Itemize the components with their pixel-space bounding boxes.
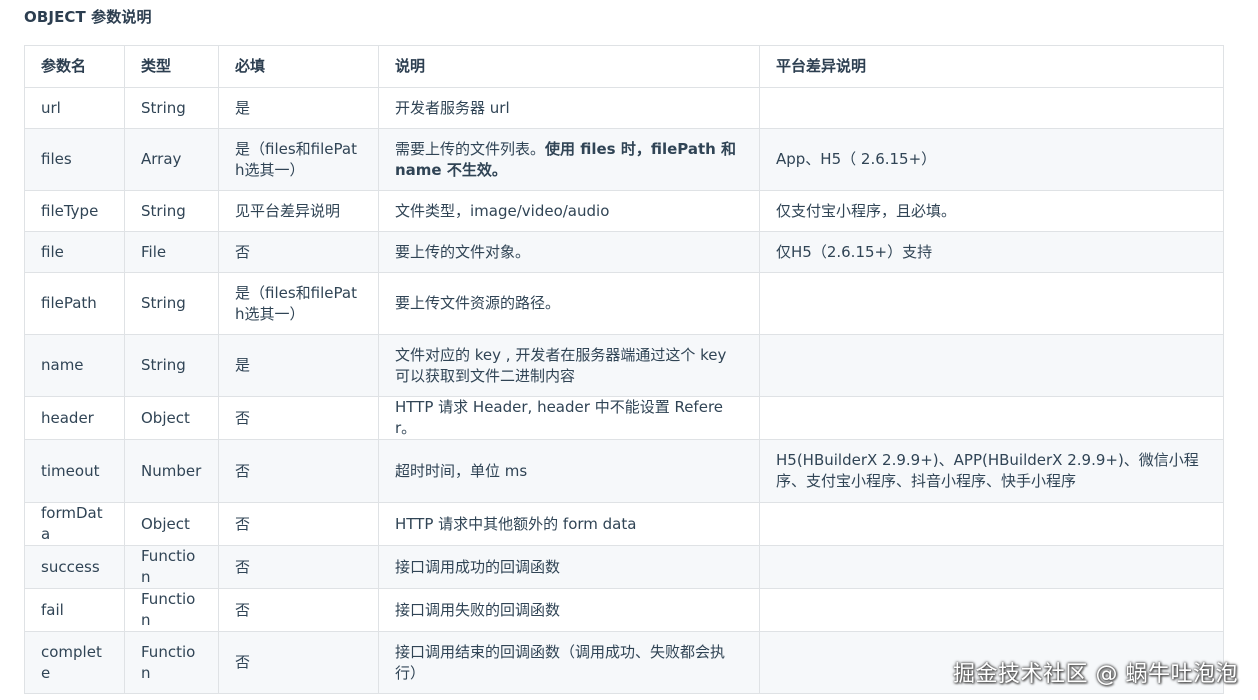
table-row: header Object 否 HTTP 请求 Header, header 中… <box>24 396 1224 440</box>
param-name-cell: fail <box>24 588 125 632</box>
table-row: fileType String 见平台差异说明 文件类型，image/video… <box>24 190 1224 232</box>
description-text: 需要上传的文件列表。 <box>395 139 546 158</box>
param-description-cell: 接口调用失败的回调函数 <box>378 588 760 632</box>
param-description-cell: 接口调用结束的回调函数（调用成功、失败都会执行） <box>378 631 760 694</box>
param-platform-cell: 仅支付宝小程序，且必填。 <box>759 190 1224 232</box>
param-required-cell: 否 <box>218 439 379 503</box>
param-required-cell: 是 <box>218 334 379 397</box>
param-type-cell: Object <box>124 396 219 440</box>
param-platform-cell <box>759 272 1224 335</box>
param-required-cell: 否 <box>218 588 379 632</box>
param-name-cell: timeout <box>24 439 125 503</box>
param-name-cell: url <box>24 87 125 129</box>
param-required-cell: 是（files和filePath选其一） <box>218 128 379 191</box>
param-description-cell: 接口调用成功的回调函数 <box>378 545 760 589</box>
table-row: name String 是 文件对应的 key , 开发者在服务器端通过这个 k… <box>24 334 1224 397</box>
param-platform-cell: 仅H5（2.6.15+）支持 <box>759 231 1224 273</box>
section-heading: OBJECT 参数说明 <box>24 8 152 26</box>
param-description-cell: HTTP 请求中其他额外的 form data <box>378 502 760 546</box>
column-header-required: 必填 <box>218 45 379 88</box>
watermark: 掘金技术社区 @ 蜗牛吐泡泡 <box>953 662 1238 687</box>
params-table: 参数名 类型 必填 说明 平台差异说明 url String 是 开发者服务器 … <box>24 45 1224 694</box>
param-description-cell: 文件类型，image/video/audio <box>378 190 760 232</box>
param-required-cell: 否 <box>218 502 379 546</box>
table-row: filePath String 是（files和filePath选其一） 要上传… <box>24 272 1224 335</box>
param-required-cell: 否 <box>218 545 379 589</box>
param-required-cell: 否 <box>218 631 379 694</box>
param-type-cell: String <box>124 190 219 232</box>
param-name-cell: success <box>24 545 125 589</box>
table-row: timeout Number 否 超时时间，单位 ms H5(HBuilderX… <box>24 439 1224 503</box>
param-name-cell: header <box>24 396 125 440</box>
param-platform-cell <box>759 588 1224 632</box>
param-type-cell: Number <box>124 439 219 503</box>
param-required-cell: 是 <box>218 87 379 129</box>
param-type-cell: String <box>124 272 219 335</box>
column-header-description: 说明 <box>378 45 760 88</box>
table-header-row: 参数名 类型 必填 说明 平台差异说明 <box>24 45 1224 88</box>
param-type-cell: Object <box>124 502 219 546</box>
param-name-cell: formData <box>24 502 125 546</box>
param-name-cell: file <box>24 231 125 273</box>
table-row: files Array 是（files和filePath选其一） 需要上传的文件… <box>24 128 1224 191</box>
param-name-cell: fileType <box>24 190 125 232</box>
param-description-cell: 开发者服务器 url <box>378 87 760 129</box>
param-type-cell: String <box>124 87 219 129</box>
table-row: fail Function 否 接口调用失败的回调函数 <box>24 588 1224 632</box>
param-type-cell: String <box>124 334 219 397</box>
param-description-cell: 文件对应的 key , 开发者在服务器端通过这个 key 可以获取到文件二进制内… <box>378 334 760 397</box>
param-required-cell: 否 <box>218 231 379 273</box>
table-row: url String 是 开发者服务器 url <box>24 87 1224 129</box>
param-required-cell: 是（files和filePath选其一） <box>218 272 379 335</box>
param-type-cell: Function <box>124 545 219 589</box>
param-required-cell: 否 <box>218 396 379 440</box>
param-platform-cell <box>759 334 1224 397</box>
table-row: file File 否 要上传的文件对象。 仅H5（2.6.15+）支持 <box>24 231 1224 273</box>
param-description-cell: HTTP 请求 Header, header 中不能设置 Referer。 <box>378 396 760 440</box>
param-description-cell: 需要上传的文件列表。使用 files 时，filePath 和 name 不生效… <box>378 128 760 191</box>
param-description-cell: 超时时间，单位 ms <box>378 439 760 503</box>
param-description-cell: 要上传文件资源的路径。 <box>378 272 760 335</box>
param-name-cell: filePath <box>24 272 125 335</box>
param-name-cell: name <box>24 334 125 397</box>
column-header-platform: 平台差异说明 <box>759 45 1224 88</box>
param-required-cell: 见平台差异说明 <box>218 190 379 232</box>
param-type-cell: Function <box>124 588 219 632</box>
column-header-type: 类型 <box>124 45 219 88</box>
param-platform-cell <box>759 545 1224 589</box>
param-type-cell: Array <box>124 128 219 191</box>
column-header-name: 参数名 <box>24 45 125 88</box>
param-type-cell: File <box>124 231 219 273</box>
param-platform-cell <box>759 502 1224 546</box>
param-platform-cell <box>759 396 1224 440</box>
param-name-cell: files <box>24 128 125 191</box>
param-platform-cell <box>759 87 1224 129</box>
param-platform-cell: App、H5（ 2.6.15+） <box>759 128 1224 191</box>
table-row: formData Object 否 HTTP 请求中其他额外的 form dat… <box>24 502 1224 546</box>
param-platform-cell: H5(HBuilderX 2.9.9+)、APP(HBuilderX 2.9.9… <box>759 439 1224 503</box>
param-name-cell: complete <box>24 631 125 694</box>
table-row: success Function 否 接口调用成功的回调函数 <box>24 545 1224 589</box>
param-description-cell: 要上传的文件对象。 <box>378 231 760 273</box>
param-type-cell: Function <box>124 631 219 694</box>
